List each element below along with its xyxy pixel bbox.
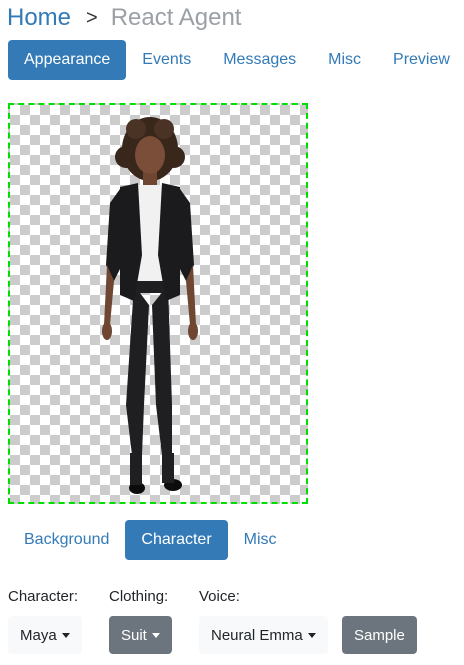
character-dropdown[interactable]: Maya [8, 616, 82, 654]
tab-misc[interactable]: Misc [312, 40, 377, 80]
voice-dropdown[interactable]: Neural Emma [199, 616, 328, 654]
page-title: React Agent [110, 4, 242, 31]
tab-events[interactable]: Events [126, 40, 207, 80]
subtab-background[interactable]: Background [8, 520, 125, 560]
voice-dropdown-value: Neural Emma [211, 626, 303, 644]
breadcrumb: Home > React Agent [7, 2, 241, 34]
character-figure [102, 117, 198, 494]
clothing-dropdown[interactable]: Suit [109, 616, 172, 654]
character-preview [8, 103, 308, 504]
tab-preview[interactable]: Preview [377, 40, 464, 80]
breadcrumb-separator: > [86, 6, 98, 29]
voice-label: Voice: [199, 588, 240, 605]
subtab-character[interactable]: Character [125, 520, 228, 560]
main-tabs: Appearance Events Messages Misc Preview [8, 40, 464, 80]
clothing-dropdown-value: Suit [121, 626, 147, 644]
caret-down-icon [307, 632, 316, 638]
character-label: Character: [8, 588, 79, 605]
subtab-misc[interactable]: Misc [228, 520, 293, 560]
caret-down-icon [151, 632, 160, 638]
sample-button[interactable]: Sample [342, 616, 417, 654]
caret-down-icon [61, 632, 70, 638]
tab-messages[interactable]: Messages [207, 40, 312, 80]
appearance-sub-tabs: Background Character Misc [8, 520, 293, 560]
tab-appearance[interactable]: Appearance [8, 40, 127, 80]
breadcrumb-home-link[interactable]: Home [7, 4, 71, 32]
character-dropdown-value: Maya [20, 626, 57, 644]
clothing-label: Clothing: [109, 588, 169, 605]
